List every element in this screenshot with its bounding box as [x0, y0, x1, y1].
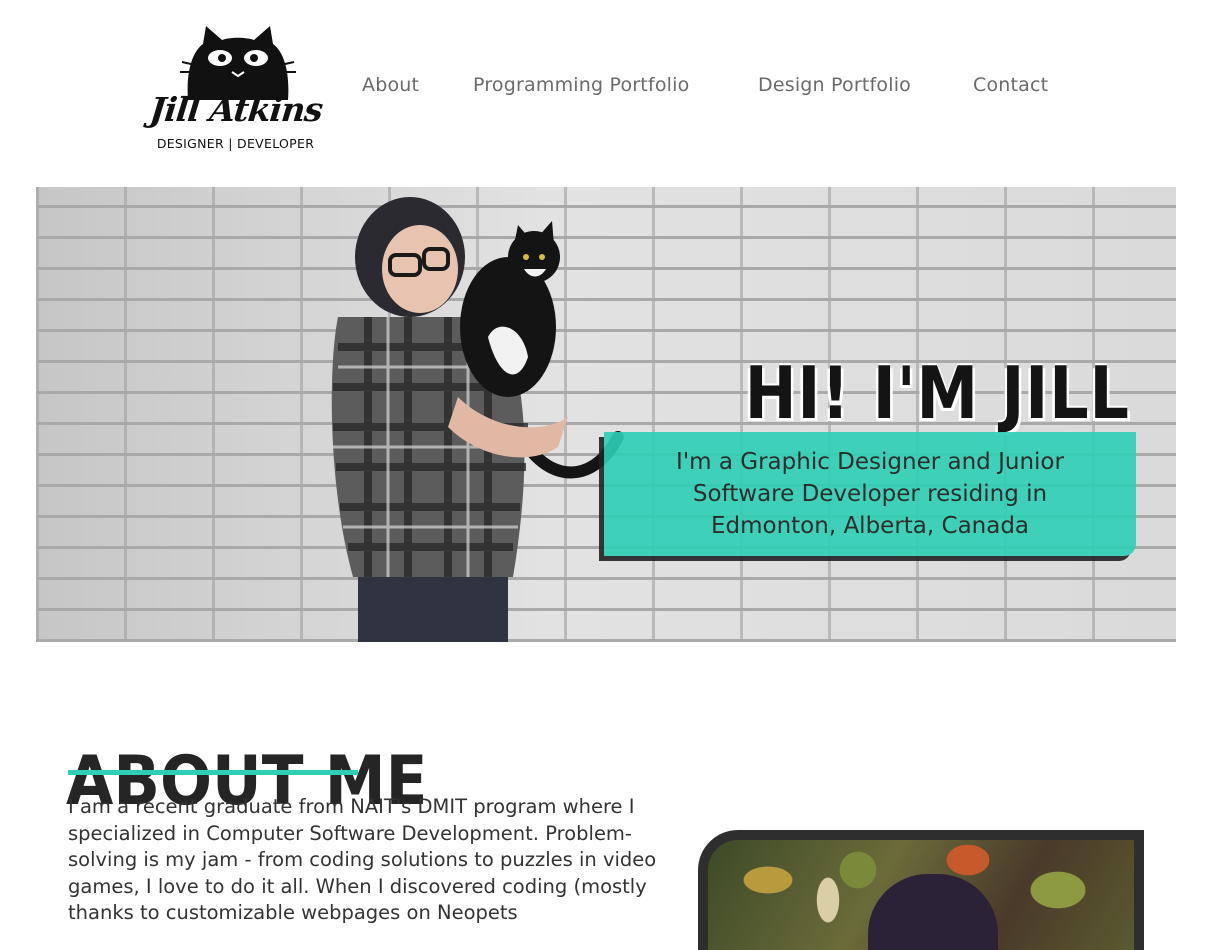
- about-body: I am a recent graduate from NAIT's DMIT …: [68, 795, 657, 924]
- hero-title: HI! I'M JILL: [744, 351, 1130, 436]
- about-heading-underline: [68, 770, 358, 775]
- nav-programming-portfolio[interactable]: Programming Portfolio: [473, 74, 689, 96]
- nav-about[interactable]: About: [362, 74, 419, 96]
- hero-intro-box: I'm a Graphic Designer and Junior Softwa…: [604, 432, 1136, 556]
- main-nav: About Programming Portfolio Design Portf…: [0, 74, 1214, 104]
- hero-photo-person-with-cat: [331, 197, 624, 642]
- about-photo: [698, 830, 1144, 950]
- nav-contact[interactable]: Contact: [973, 74, 1048, 96]
- logo-tagline: DESIGNER | DEVELOPER: [156, 136, 315, 151]
- nav-design-portfolio[interactable]: Design Portfolio: [758, 74, 911, 96]
- hero-subtitle: I'm a Graphic Designer and Junior Softwa…: [676, 449, 1064, 539]
- hero-banner: HI! I'M JILL I'm a Graphic Designer and …: [36, 187, 1176, 642]
